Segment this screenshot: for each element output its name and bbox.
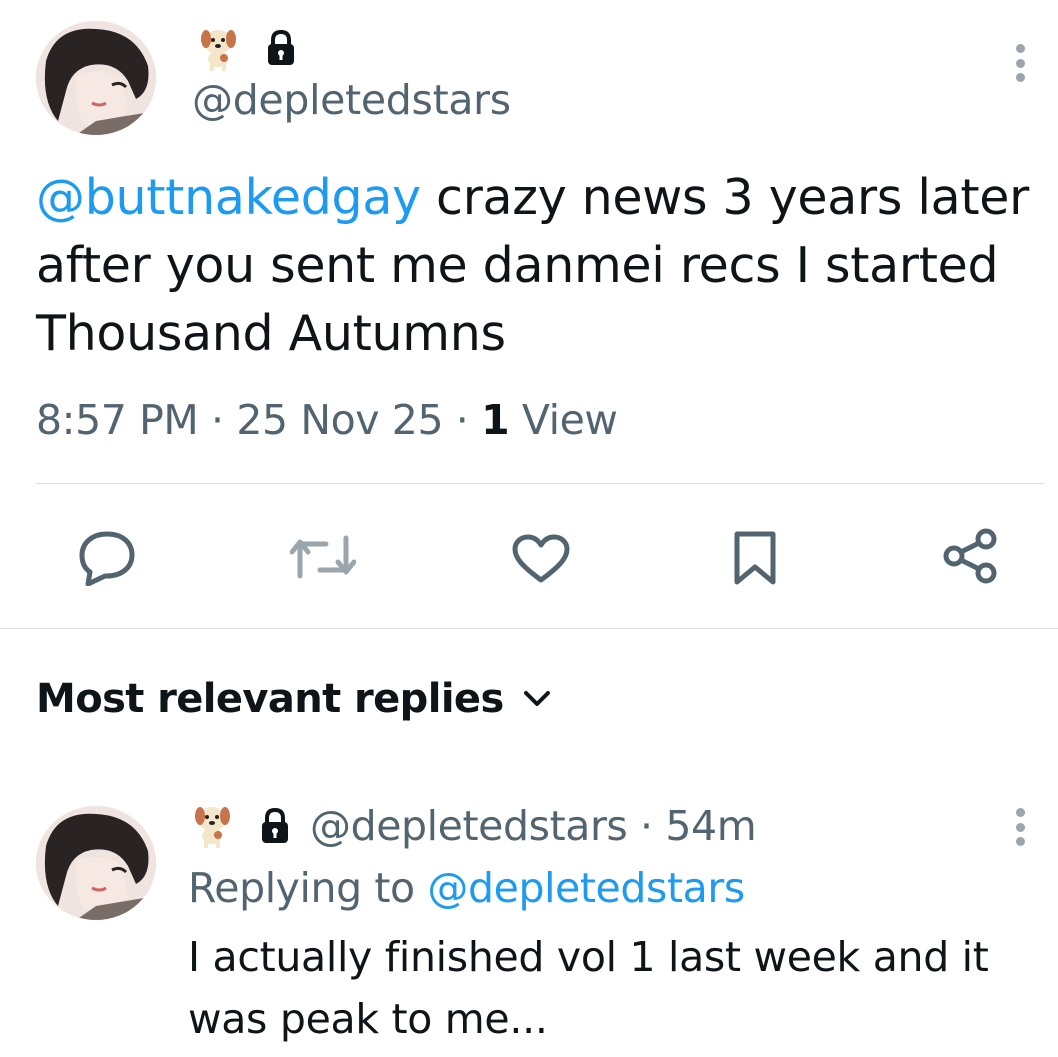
- author-handle[interactable]: @depletedstars: [192, 76, 511, 124]
- replies-sort-dropdown[interactable]: Most relevant replies: [36, 676, 552, 722]
- reply-header: @depletedstars · 54m: [310, 802, 757, 850]
- dot: [1015, 73, 1025, 82]
- reply-button[interactable]: [78, 530, 136, 586]
- tweet-text: @buttnakedgay crazy news 3 years later a…: [36, 164, 1036, 368]
- dot: [1015, 58, 1025, 68]
- separator: ·: [640, 802, 653, 850]
- replies-sort-label: Most relevant replies: [36, 676, 504, 722]
- dog-emoji-icon: [190, 802, 236, 848]
- view-count: 1: [481, 396, 510, 444]
- reply-more-options-button[interactable]: [1014, 808, 1026, 846]
- lock-icon: [260, 808, 290, 844]
- separator: ·: [211, 396, 224, 444]
- more-options-button[interactable]: [1014, 44, 1026, 82]
- like-button[interactable]: [512, 534, 570, 584]
- dog-emoji-icon: [196, 25, 242, 71]
- reply-avatar[interactable]: [36, 806, 156, 920]
- separator: ·: [455, 396, 469, 444]
- replying-prefix: Replying to: [188, 864, 415, 912]
- lock-icon: [266, 30, 296, 66]
- dot: [1015, 837, 1025, 846]
- reply-time[interactable]: 54m: [665, 802, 756, 850]
- speech-bubble-icon: [79, 531, 135, 586]
- tweet-meta: 8:57 PM · 25 Nov 25 · 1 View: [36, 396, 618, 444]
- author-avatar[interactable]: [36, 21, 156, 135]
- bookmark-icon: [734, 531, 776, 585]
- chevron-down-icon: [522, 689, 552, 709]
- tweet-date[interactable]: 25 Nov 25: [236, 396, 443, 444]
- avatar-image: [36, 21, 156, 135]
- heart-icon: [512, 534, 570, 583]
- tweet-time[interactable]: 8:57 PM: [36, 396, 199, 444]
- reply-text: I actually finished vol 1 last week and …: [188, 933, 989, 1043]
- share-button[interactable]: [942, 528, 998, 584]
- divider: [36, 483, 1044, 484]
- view-label: View: [521, 396, 618, 444]
- dot: [1015, 808, 1025, 817]
- replying-handle-link[interactable]: @depletedstars: [427, 864, 745, 912]
- dot: [1015, 44, 1025, 53]
- reply-handle[interactable]: @depletedstars: [310, 802, 628, 850]
- avatar-image: [36, 806, 156, 920]
- divider: [0, 628, 1058, 629]
- retweet-button[interactable]: [290, 532, 356, 582]
- share-icon: [943, 528, 997, 584]
- retweet-icon: [290, 535, 356, 579]
- replying-to: Replying to @depletedstars: [188, 864, 745, 912]
- bookmark-button[interactable]: [732, 531, 778, 585]
- dot: [1015, 822, 1025, 832]
- mention-link[interactable]: @buttnakedgay: [36, 169, 421, 226]
